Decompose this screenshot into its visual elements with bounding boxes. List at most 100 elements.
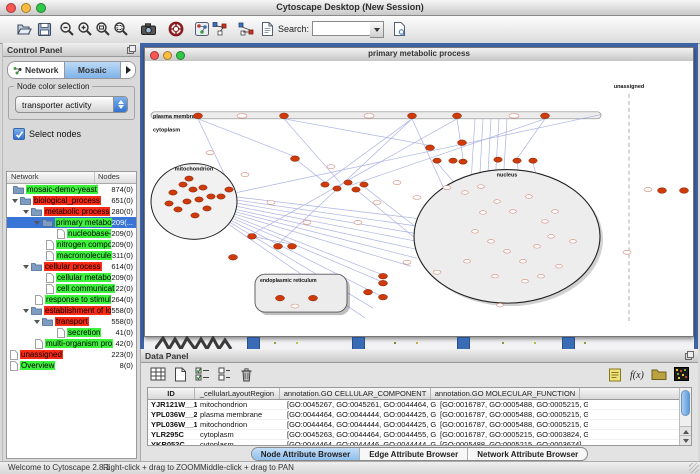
table-row[interactable]: YPL036W__1 mitochondrion [GO:0044464, GO… (148, 420, 691, 430)
search-label: Search: (278, 24, 309, 34)
tree-row[interactable]: biological_process 651(0) (7, 195, 136, 206)
network-desktop: primary metabolic process plasma membran… (140, 43, 698, 349)
cell-id: YPL036W__1 (148, 420, 197, 429)
network-canvas[interactable]: plasma membrane cytoplasm unassigned (145, 61, 693, 336)
tree-row[interactable]: unassigned 223(0) (7, 349, 136, 360)
formula-icon[interactable]: f(x) (628, 365, 646, 383)
tree-row[interactable]: secretion 41(0) (7, 327, 136, 338)
table-row[interactable]: YLR295C cytoplasm [GO:0045263, GO:004446… (148, 430, 691, 440)
tree-row[interactable]: transport 558(0) (7, 316, 136, 327)
save-icon[interactable] (34, 19, 54, 39)
tree-row[interactable]: nitrogen compo 209(0) (7, 239, 136, 250)
zoom-fit-icon[interactable] (93, 19, 113, 39)
tree-row-count: 558(0) (111, 306, 136, 315)
import-attributes-folder-icon[interactable] (650, 365, 668, 383)
tree-row[interactable]: response to stimulu 264(0) (7, 294, 136, 305)
file-icon (57, 328, 65, 338)
select-nodes-checkbox[interactable] (13, 128, 25, 140)
tree-row[interactable]: mosaic-demo-yeast 874(0) (7, 184, 136, 195)
attribute-table-icon[interactable] (149, 365, 167, 383)
control-panel-header: Control Panel (3, 43, 140, 57)
tree-row[interactable]: metabolic process 280(0) (7, 206, 136, 217)
tab-mosaic[interactable]: Mosaic (64, 62, 122, 78)
scrollbar-thumb[interactable] (681, 390, 690, 416)
tree-expand-icon[interactable] (23, 210, 29, 214)
resize-grip[interactable] (689, 463, 699, 473)
tree-row[interactable]: nucleobase- 209(0) (7, 228, 136, 239)
table-row[interactable]: YPL036W__2 plasma membrane [GO:0044464, … (148, 410, 691, 420)
open-file-icon[interactable] (14, 19, 34, 39)
layout-network-icon-2[interactable] (236, 19, 256, 39)
unselect-attributes-icon[interactable] (215, 365, 233, 383)
tree-row-count: 42(0) (115, 339, 136, 348)
search-dropdown-button[interactable] (370, 21, 384, 38)
cell-component: [GO:0044464, GO:0044444, GO:0044425, G..… (284, 420, 437, 429)
tree-row-label: Overview (20, 361, 55, 370)
tab-node-attribute-browser[interactable]: Node Attribute Browser (252, 448, 360, 460)
tree-row-label: nucleobase- (67, 229, 111, 238)
float-panel-icon[interactable] (685, 351, 694, 360)
control-panel-tabs: Network Mosaic (7, 61, 136, 79)
node-color-dropdown-value: transporter activity (16, 100, 113, 110)
tree-row[interactable]: establishment of lo 558(0) (7, 305, 136, 316)
tree-row-selected[interactable]: primary metabo 209(... (7, 217, 136, 228)
tab-edge-attribute-browser[interactable]: Edge Attribute Browser (359, 448, 467, 460)
tree-row[interactable]: multi-organism pro 42(0) (7, 338, 136, 349)
network-tab-icon (13, 66, 22, 75)
select-attributes-icon[interactable] (193, 365, 211, 383)
tree-row-count: 651(0) (111, 196, 136, 205)
column-header-id[interactable]: ID (148, 388, 195, 399)
tree-expand-icon[interactable] (23, 265, 29, 269)
tree-expand-icon[interactable] (34, 221, 40, 225)
tree-row[interactable]: macromolecule 311(0) (7, 250, 136, 261)
select-nodes-row: Select nodes (13, 128, 140, 140)
check-icon (15, 130, 24, 139)
tree-expand-icon[interactable] (23, 309, 29, 313)
column-header-region[interactable]: _cellularLayoutRegion (195, 388, 280, 399)
tree-row-label: nitrogen compo (56, 240, 111, 249)
notepad-icon[interactable] (606, 365, 624, 383)
zoom-in-icon[interactable] (75, 19, 95, 39)
network-tree-panel: Network Nodes mosaic-demo-yeast 874(0) b… (6, 171, 137, 459)
table-scrollbar[interactable] (679, 388, 691, 445)
network-overview-icon[interactable] (192, 19, 212, 39)
column-header-molecular-function[interactable]: annotation.GO MOLECULAR_FUNCTION (431, 388, 580, 399)
attribute-matrix-icon[interactable] (672, 365, 690, 383)
endoplasmic-reticulum-region: endoplasmic reticulum (255, 274, 350, 315)
table-row[interactable]: YKR052C cytoplasm [GO:0044464, GO:004444… (148, 440, 691, 446)
tree-row[interactable]: cell communicat 22(0) (7, 283, 136, 294)
tree-row[interactable]: Overview 8(0) (7, 360, 136, 371)
tab-network[interactable]: Network (8, 62, 64, 78)
tree-row-count: 22(0) (115, 284, 136, 293)
tree-expand-icon[interactable] (34, 320, 40, 324)
tree-row-count: 8(0) (120, 361, 136, 370)
tab-overflow-button[interactable] (121, 62, 135, 78)
snapshot-camera-icon[interactable] (138, 19, 158, 39)
cytoplasm-label: cytoplasm (153, 128, 180, 134)
annotation-doc-icon[interactable] (257, 19, 277, 39)
float-panel-icon[interactable] (127, 45, 136, 54)
tab-network-attribute-browser[interactable]: Network Attribute Browser (467, 448, 587, 460)
scroll-down-button[interactable] (680, 435, 691, 445)
tree-expand-icon[interactable] (12, 199, 18, 203)
column-header-cellular-component[interactable]: annotation.GO CELLULAR_COMPONENT (280, 388, 431, 399)
tree-row[interactable]: cellular process 614(0) (7, 261, 136, 272)
node-color-dropdown[interactable]: transporter activity (15, 96, 128, 113)
search-input[interactable] (312, 21, 374, 36)
zoom-out-icon[interactable] (57, 19, 77, 39)
table-row[interactable]: YJR121W__1 mitochondrion [GO:0045267, GO… (148, 400, 691, 410)
help-lifering-icon[interactable] (166, 19, 186, 39)
zoom-selected-icon[interactable] (111, 19, 131, 39)
network-window-titlebar[interactable]: primary metabolic process (145, 48, 693, 62)
app-titlebar: Cytoscape Desktop (New Session) (0, 0, 700, 16)
search-config-icon[interactable] (389, 19, 409, 39)
cell-function: [GO:0016787, GO:0005215, GO:0003824, G..… (437, 430, 588, 439)
tree-row-label: cellular process (44, 262, 102, 271)
delete-attribute-trash-icon[interactable] (237, 365, 255, 383)
cell-id: YKR052C (148, 440, 197, 446)
folder-icon (20, 196, 31, 205)
tree-row[interactable]: cellular metabo 209(0) (7, 272, 136, 283)
new-attribute-icon[interactable] (171, 365, 189, 383)
tree-row-label: mosaic-demo-yeast (26, 185, 98, 194)
layout-network-icon[interactable] (210, 19, 230, 39)
